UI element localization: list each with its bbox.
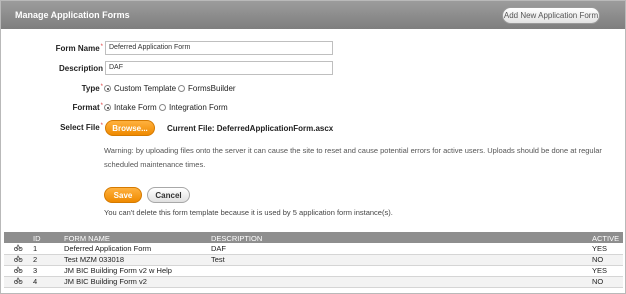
radio-unselected-icon xyxy=(159,104,166,111)
type-label: Type* xyxy=(41,84,103,93)
edit-icon[interactable] xyxy=(4,243,33,254)
edit-icon[interactable] xyxy=(4,265,33,276)
required-marker: * xyxy=(100,44,103,50)
cell-active: YES xyxy=(592,243,608,253)
select-file-label: Select File* xyxy=(41,123,103,132)
cell-description xyxy=(211,265,592,276)
format-option-intake-label: Intake Form xyxy=(114,103,157,112)
table-row[interactable]: 4 JM BIC Building Form v2 NO xyxy=(4,276,623,287)
format-option-integration-label: Integration Form xyxy=(169,103,228,112)
cell-active: YES xyxy=(592,266,608,275)
type-formsbuilder-radio[interactable]: FormsBuilder xyxy=(178,84,236,93)
column-header-active[interactable]: ACTIVE xyxy=(592,232,623,243)
format-intake-radio[interactable]: Intake Form xyxy=(104,103,157,112)
description-label: Description xyxy=(58,64,103,73)
edit-icon[interactable] xyxy=(4,254,33,265)
cell-active: NO xyxy=(592,255,604,264)
column-header-id[interactable]: ID xyxy=(33,232,64,243)
column-header-form-name[interactable]: FORM NAME xyxy=(64,232,211,243)
type-label-text: Type xyxy=(81,84,100,93)
form-name-label-text: Form Name xyxy=(55,44,100,53)
cell-description: Test xyxy=(211,255,225,264)
format-integration-radio[interactable]: Integration Form xyxy=(159,103,228,112)
cell-id: 1 xyxy=(33,243,38,253)
cell-description: DAF xyxy=(211,243,226,253)
radio-selected-icon xyxy=(104,104,111,111)
radio-selected-icon xyxy=(104,85,111,92)
manage-forms-panel: Manage Application Forms Add New Applica… xyxy=(0,0,626,294)
panel-title: Manage Application Forms xyxy=(15,10,130,20)
required-marker: * xyxy=(100,123,103,129)
cell-id: 4 xyxy=(33,277,38,286)
cancel-button[interactable]: Cancel xyxy=(147,187,190,203)
forms-table: ID FORM NAME DESCRIPTION ACTIVE 1 Deferr… xyxy=(4,232,623,288)
cell-form-name: Deferred Application Form xyxy=(64,243,152,253)
table-row[interactable]: 3 JM BIC Building Form v2 w Help YES xyxy=(4,265,623,276)
cell-form-name: JM BIC Building Form v2 w Help xyxy=(64,266,172,275)
save-button[interactable]: Save xyxy=(104,187,142,203)
edit-icon[interactable] xyxy=(4,276,33,287)
type-option-custom-label: Custom Template xyxy=(114,84,177,93)
delete-note: You can't delete this form template beca… xyxy=(104,208,393,217)
type-custom-template-radio[interactable]: Custom Template xyxy=(104,84,176,93)
panel-header: Manage Application Forms Add New Applica… xyxy=(1,1,625,29)
format-label-text: Format xyxy=(72,103,100,112)
add-new-form-button[interactable]: Add New Application Form xyxy=(502,7,600,24)
table-row[interactable]: 2 Test MZM 033018 Test NO xyxy=(4,254,623,265)
current-file-text: Current File: DeferredApplicationForm.as… xyxy=(167,124,334,133)
radio-unselected-icon xyxy=(178,85,185,92)
form-name-label: Form Name* xyxy=(41,44,103,53)
table-row[interactable]: 1 Deferred Application Form DAF YES xyxy=(4,243,623,254)
select-file-label-text: Select File xyxy=(60,123,100,132)
cell-id: 2 xyxy=(33,255,38,264)
table-header-row: ID FORM NAME DESCRIPTION ACTIVE xyxy=(4,232,623,243)
column-header-icon xyxy=(4,232,33,243)
required-marker: * xyxy=(100,84,103,90)
type-option-formsbuilder-label: FormsBuilder xyxy=(188,84,236,93)
cell-description xyxy=(211,276,592,287)
upload-warning: Warning: by uploading files onto the ser… xyxy=(104,146,602,169)
required-marker: * xyxy=(100,103,103,109)
cell-active: NO xyxy=(592,277,604,286)
cell-id: 3 xyxy=(33,266,38,275)
format-label: Format* xyxy=(41,103,103,112)
column-header-description[interactable]: DESCRIPTION xyxy=(211,232,592,243)
cell-form-name: JM BIC Building Form v2 xyxy=(64,277,147,286)
cell-form-name: Test MZM 033018 xyxy=(64,255,125,264)
form-name-input[interactable]: Deferred Application Form xyxy=(105,41,333,55)
description-input[interactable]: DAF xyxy=(105,61,333,75)
browse-button[interactable]: Browse... xyxy=(105,120,155,136)
